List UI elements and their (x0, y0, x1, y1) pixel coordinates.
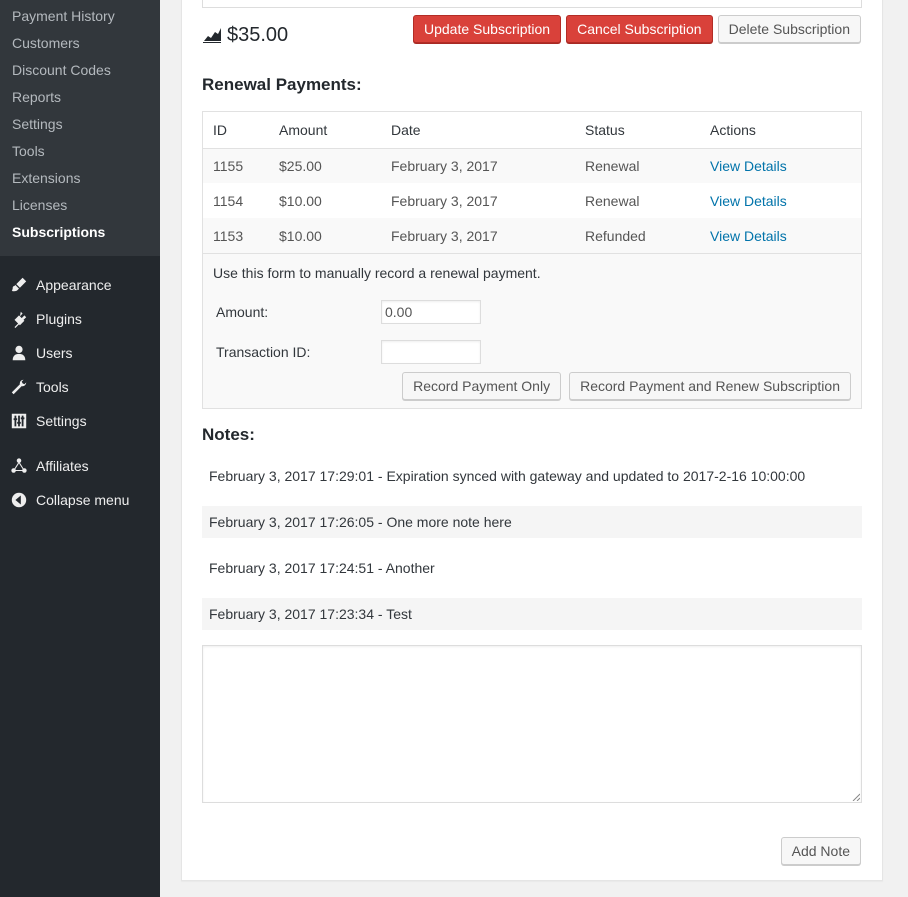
sidebar-item-label: Collapse menu (36, 492, 130, 508)
delete-subscription-button[interactable]: Delete Subscription (717, 15, 861, 43)
wrench-icon (9, 377, 29, 397)
note-item: February 3, 2017 17:29:01 - Expiration s… (209, 468, 806, 484)
notes-list: February 3, 2017 17:29:01 - Expiration s… (202, 460, 862, 644)
column-header-status: Status (585, 112, 710, 149)
payment-date: February 3, 2017 (391, 192, 498, 209)
subscription-amount-row: $35.00 (202, 24, 288, 47)
submenu-item-reports[interactable]: Reports (0, 84, 160, 111)
subscription-amount: $35.00 (227, 24, 289, 46)
resize-grip-icon[interactable] (852, 793, 860, 801)
sidebar-item-tools[interactable]: Tools (0, 370, 160, 404)
chart-icon (202, 25, 222, 46)
table-row: 1154 $10.00 February 3, 2017 Renewal Vie… (203, 183, 861, 218)
payment-status: Renewal (585, 192, 640, 209)
record-payment-actions: Record Payment Only Record Payment and R… (402, 372, 851, 400)
table-row: 1155 $25.00 February 3, 2017 Renewal Vie… (203, 148, 861, 183)
column-header-date: Date (391, 112, 585, 149)
update-subscription-button[interactable]: Update Subscription (413, 15, 562, 43)
payment-date: February 3, 2017 (391, 148, 585, 183)
collapse-menu-button[interactable]: Collapse menu (0, 483, 160, 517)
transaction-id-row: Transaction ID: (213, 332, 851, 372)
subscription-actions: Update Subscription Cancel Subscription … (413, 15, 861, 43)
sidebar-item-label: Tools (36, 379, 69, 395)
amount-field[interactable] (381, 300, 481, 324)
plugin-icon (9, 309, 29, 329)
column-header-amount: Amount (279, 112, 391, 149)
payment-amount: $10.00 (279, 192, 322, 209)
table-header-row: ID Amount Date Status Actions (203, 112, 861, 149)
submenu-item-tools[interactable]: Tools (0, 138, 160, 165)
sidebar-submenu: Payment History Customers Discount Codes… (0, 0, 160, 256)
payment-date: February 3, 2017 (391, 218, 585, 253)
column-header-actions: Actions (710, 112, 861, 149)
record-payment-only-button[interactable]: Record Payment Only (402, 372, 562, 400)
renewal-payments-box: ID Amount Date Status Actions 1155 $25.0… (202, 111, 862, 409)
submenu-item-licenses[interactable]: Licenses (0, 192, 160, 219)
user-icon (9, 343, 29, 363)
note-item: February 3, 2017 17:23:34 - Test (202, 598, 862, 630)
paintbrush-icon (9, 275, 29, 295)
details-table-bottom (202, 0, 862, 8)
sidebar-menu: Appearance Plugins Users Tools Settings (0, 256, 160, 517)
submenu-item-payment-history[interactable]: Payment History (0, 3, 160, 30)
sidebar-item-affiliates[interactable]: Affiliates (0, 449, 160, 483)
view-details-link[interactable]: View Details (710, 193, 787, 209)
record-payment-intro: Use this form to manually record a renew… (213, 265, 541, 281)
submenu-item-settings[interactable]: Settings (0, 111, 160, 138)
sidebar-item-plugins[interactable]: Plugins (0, 302, 160, 336)
view-details-link[interactable]: View Details (710, 158, 787, 174)
column-header-id: ID (203, 112, 279, 149)
payment-id: 1155 (203, 148, 279, 183)
add-note-button[interactable]: Add Note (780, 837, 861, 865)
sidebar-item-users[interactable]: Users (0, 336, 160, 370)
submenu-item-discount-codes[interactable]: Discount Codes (0, 57, 160, 84)
subscription-panel: $35.00 Update Subscription Cancel Subscr… (181, 0, 883, 881)
admin-sidebar: Payment History Customers Discount Codes… (0, 0, 160, 897)
amount-row: Amount: (213, 292, 851, 332)
new-note-textarea[interactable] (202, 645, 862, 803)
payment-id: 1153 (203, 218, 279, 253)
transaction-id-label: Transaction ID: (216, 344, 311, 360)
renewal-payments-heading: Renewal Payments: (202, 75, 362, 94)
sidebar-item-label: Affiliates (36, 458, 89, 474)
renewal-payments-table: ID Amount Date Status Actions 1155 $25.0… (203, 112, 861, 253)
note-item: February 3, 2017 17:26:05 - One more not… (202, 506, 862, 538)
record-payment-form: Use this form to manually record a renew… (203, 253, 861, 400)
submenu-item-subscriptions[interactable]: Subscriptions (0, 219, 160, 246)
payment-status: Refunded (585, 218, 710, 253)
note-item: February 3, 2017 17:24:51 - Another (209, 560, 435, 576)
collapse-icon (9, 490, 29, 510)
sidebar-item-label: Settings (36, 413, 87, 429)
amount-label: Amount: (216, 304, 269, 320)
notes-heading: Notes: (202, 425, 255, 444)
sidebar-item-settings[interactable]: Settings (0, 404, 160, 438)
submenu-item-customers[interactable]: Customers (0, 30, 160, 57)
sidebar-item-label: Plugins (36, 311, 82, 327)
payment-id: 1154 (213, 192, 244, 209)
sidebar-item-label: Users (36, 345, 73, 361)
payment-amount: $10.00 (279, 218, 391, 253)
payment-status: Renewal (585, 148, 710, 183)
record-payment-renew-button[interactable]: Record Payment and Renew Subscription (569, 372, 851, 400)
view-details-link[interactable]: View Details (710, 228, 787, 244)
sidebar-item-label: Appearance (36, 277, 112, 293)
submenu-item-extensions[interactable]: Extensions (0, 165, 160, 192)
payment-amount: $25.00 (279, 148, 391, 183)
sliders-icon (9, 411, 29, 431)
table-row: 1153 $10.00 February 3, 2017 Refunded Vi… (203, 218, 861, 253)
cancel-subscription-button[interactable]: Cancel Subscription (566, 15, 713, 43)
sidebar-item-appearance[interactable]: Appearance (0, 268, 160, 302)
transaction-id-field[interactable] (381, 340, 481, 364)
affiliates-icon (9, 456, 29, 476)
